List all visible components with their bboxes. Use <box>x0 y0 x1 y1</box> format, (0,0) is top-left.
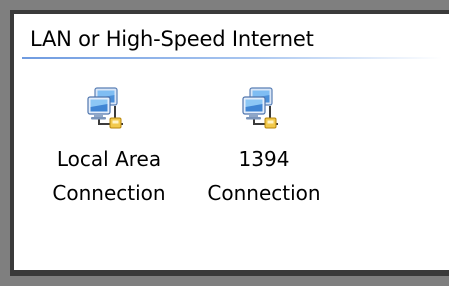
network-connection-icon <box>87 87 123 129</box>
item-label-line2: Connection <box>207 181 321 205</box>
item-label-line2: Connection <box>52 181 166 205</box>
group-header-divider <box>22 57 442 59</box>
item-label-line1: 1394 <box>238 147 290 171</box>
local-area-connection-item[interactable]: Local Area Connection <box>34 84 184 210</box>
item-label-line1: Local Area <box>56 147 162 171</box>
1394-connection-item[interactable]: 1394 Connection <box>190 84 338 210</box>
screenshot-frame: LAN or High-Speed Internet Local Area Co… <box>0 0 449 286</box>
network-connections-pane: LAN or High-Speed Internet Local Area Co… <box>10 10 449 276</box>
network-connection-icon <box>242 87 278 129</box>
group-header: LAN or High-Speed Internet <box>30 27 314 51</box>
